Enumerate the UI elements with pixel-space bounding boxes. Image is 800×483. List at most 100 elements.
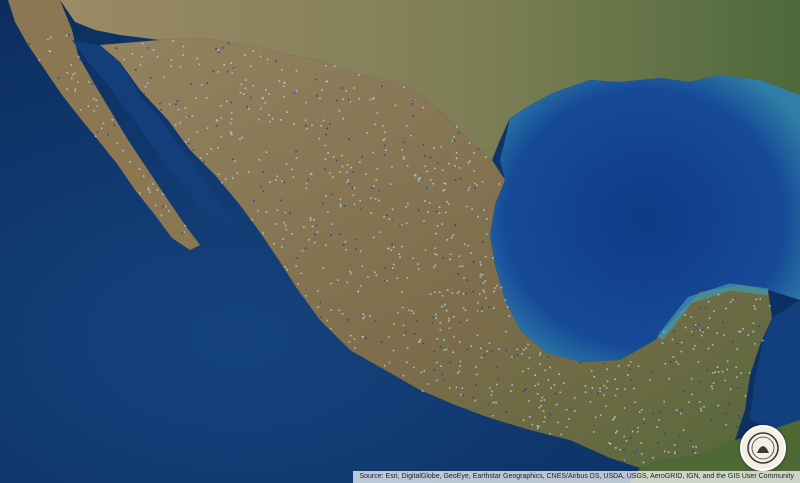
overlay-point bbox=[467, 189, 470, 191]
overlay-point bbox=[663, 400, 665, 403]
overlay-point bbox=[540, 399, 542, 402]
overlay-point bbox=[152, 183, 154, 185]
logo-badge[interactable] bbox=[740, 425, 786, 471]
overlay-point bbox=[539, 363, 541, 365]
overlay-point bbox=[183, 231, 185, 233]
overlay-point bbox=[66, 88, 68, 90]
overlay-point bbox=[347, 179, 350, 181]
overlay-point bbox=[265, 151, 268, 153]
overlay-point bbox=[324, 168, 326, 170]
overlay-point bbox=[475, 366, 477, 368]
overlay-point bbox=[230, 132, 233, 135]
overlay-point bbox=[443, 182, 446, 184]
overlay-point bbox=[217, 146, 219, 149]
overlay-point bbox=[490, 350, 493, 353]
overlay-point bbox=[258, 159, 261, 161]
overlay-point bbox=[352, 194, 355, 197]
overlay-point bbox=[275, 223, 277, 225]
overlay-point bbox=[217, 173, 220, 176]
overlay-point bbox=[466, 319, 468, 322]
overlay-point bbox=[623, 435, 625, 438]
overlay-point bbox=[716, 332, 718, 334]
overlay-point bbox=[521, 353, 523, 355]
overlay-point bbox=[675, 360, 678, 363]
overlay-point bbox=[522, 349, 525, 351]
overlay-point bbox=[315, 78, 318, 81]
overlay-point bbox=[461, 265, 464, 268]
overlay-point bbox=[387, 247, 390, 250]
map-view[interactable]: Source: Esri, DigitalGlobe, GeoEye, Eart… bbox=[0, 0, 800, 483]
overlay-point bbox=[483, 209, 485, 212]
overlay-point bbox=[591, 387, 594, 389]
overlay-point bbox=[435, 210, 438, 213]
overlay-point bbox=[619, 448, 621, 451]
overlay-point bbox=[313, 241, 316, 244]
overlay-point bbox=[115, 47, 118, 49]
overlay-point bbox=[374, 271, 376, 274]
overlay-point bbox=[541, 396, 544, 399]
overlay-point bbox=[391, 220, 394, 222]
overlay-point bbox=[265, 89, 267, 91]
overlay-point bbox=[206, 127, 209, 129]
overlay-point bbox=[198, 63, 201, 66]
overlay-point bbox=[448, 320, 450, 322]
overlay-point bbox=[74, 72, 76, 75]
overlay-point bbox=[605, 405, 607, 407]
overlay-point bbox=[295, 70, 298, 72]
overlay-point bbox=[293, 122, 295, 125]
overlay-point bbox=[448, 317, 450, 320]
overlay-point bbox=[446, 239, 449, 241]
overlay-point bbox=[735, 376, 738, 378]
overlay-point bbox=[372, 236, 375, 239]
overlay-point bbox=[241, 136, 243, 139]
overlay-point bbox=[406, 361, 408, 364]
overlay-point bbox=[747, 334, 750, 336]
overlay-point bbox=[451, 140, 454, 142]
overlay-point bbox=[149, 191, 151, 193]
overlay-point bbox=[316, 94, 318, 97]
overlay-point bbox=[329, 123, 331, 125]
overlay-point bbox=[68, 34, 70, 36]
overlay-point bbox=[538, 406, 541, 409]
overlay-point bbox=[451, 292, 454, 294]
overlay-point bbox=[732, 299, 734, 301]
overlay-point bbox=[688, 401, 690, 403]
overlay-point bbox=[399, 225, 401, 227]
overlay-point bbox=[522, 370, 524, 373]
overlay-point bbox=[359, 250, 362, 253]
overlay-point bbox=[505, 349, 508, 352]
overlay-point bbox=[448, 327, 451, 330]
overlay-point bbox=[324, 244, 327, 247]
overlay-point bbox=[339, 198, 342, 201]
overlay-point bbox=[354, 347, 356, 349]
overlay-point bbox=[462, 293, 465, 295]
overlay-point bbox=[215, 124, 218, 127]
overlay-point bbox=[627, 374, 629, 376]
overlay-point bbox=[676, 343, 678, 345]
overlay-point bbox=[350, 166, 353, 169]
overlay-point bbox=[333, 65, 336, 68]
overlay-point bbox=[590, 370, 593, 372]
overlay-point bbox=[374, 198, 377, 200]
overlay-point bbox=[723, 334, 725, 336]
overlay-point bbox=[350, 272, 352, 275]
overlay-point bbox=[460, 177, 462, 180]
overlay-point bbox=[549, 433, 551, 435]
overlay-point bbox=[165, 205, 167, 208]
overlay-point bbox=[438, 212, 441, 214]
overlay-point bbox=[143, 93, 145, 95]
overlay-point bbox=[196, 131, 198, 133]
overlay-point bbox=[360, 285, 362, 287]
overlay-point bbox=[330, 193, 333, 196]
overlay-point bbox=[469, 160, 471, 163]
overlay-point bbox=[361, 335, 364, 338]
overlay-point bbox=[658, 410, 661, 413]
overlay-point bbox=[744, 395, 747, 397]
overlay-point bbox=[248, 171, 250, 173]
overlay-point bbox=[244, 54, 246, 56]
overlay-point bbox=[699, 407, 702, 410]
overlay-point bbox=[700, 334, 703, 337]
overlay-point bbox=[616, 430, 618, 432]
overlay-point bbox=[268, 114, 270, 116]
overlay-point bbox=[640, 453, 643, 455]
